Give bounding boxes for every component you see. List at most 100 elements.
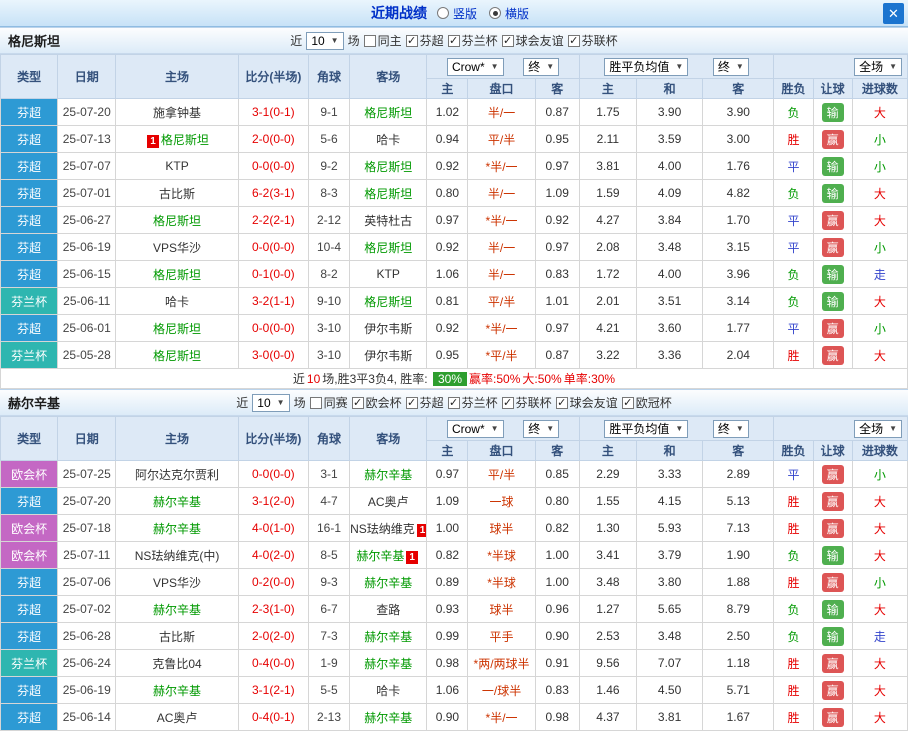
final-odds-select[interactable]: 终 ▼: [523, 57, 560, 76]
radio-vertical[interactable]: [436, 7, 449, 19]
team-link[interactable]: 伊尔韦斯: [364, 322, 412, 336]
team-link[interactable]: 格尼斯坦: [153, 349, 201, 363]
team-link[interactable]: 古比斯: [159, 187, 195, 201]
team-link[interactable]: 赫尔辛基: [364, 711, 412, 725]
team-link[interactable]: KTP: [377, 267, 400, 281]
team-link[interactable]: AC奥卢: [157, 711, 198, 725]
team-link[interactable]: KTP: [165, 159, 188, 173]
filter-checkbox[interactable]: ✓ 欧冠杯: [621, 394, 672, 411]
team-cell: 赫尔辛基: [349, 703, 428, 731]
team-cell: 古比斯: [115, 622, 239, 650]
team-link[interactable]: 赫尔辛基: [153, 522, 201, 536]
match-score: 2-0(2-0): [237, 622, 309, 650]
team-cell: 赫尔辛基: [349, 460, 428, 488]
team-link[interactable]: 伊尔韦斯: [364, 349, 412, 363]
team-name[interactable]: 赫尔辛基: [8, 390, 60, 417]
odds-home: 0.95: [426, 341, 469, 369]
odds-home: 0.89: [426, 568, 469, 596]
handicap-result-cell: 赢: [812, 341, 853, 369]
final-odds-select[interactable]: 终 ▼: [523, 419, 560, 438]
match-date: 25-06-15: [57, 260, 117, 288]
filter-checkbox[interactable]: ✓ 芬联杯: [501, 394, 552, 411]
team-link[interactable]: 克鲁比04: [152, 657, 201, 671]
team-link[interactable]: 赫尔辛基: [153, 495, 201, 509]
corner-count: 7-3: [307, 622, 351, 650]
team-link[interactable]: 赫尔辛基: [364, 630, 412, 644]
goals-result: 小: [851, 460, 908, 488]
team-link[interactable]: 格尼斯坦: [153, 214, 201, 228]
team-link[interactable]: 格尼斯坦: [364, 295, 412, 309]
recent-count-select-value: 10: [257, 395, 271, 410]
filter-checkbox[interactable]: ✓ 芬超: [405, 32, 444, 49]
avg-odds-select[interactable]: 胜平负均值 ▼: [604, 419, 689, 438]
team-link[interactable]: NS珐纳维克: [351, 522, 415, 536]
team-link[interactable]: 赫尔辛基: [364, 468, 412, 482]
fulltime-select[interactable]: 全场 ▼: [854, 419, 902, 438]
team-link[interactable]: 查路: [376, 603, 400, 617]
filter-checkbox[interactable]: ✓ 芬超: [405, 394, 444, 411]
team-link[interactable]: 格尼斯坦: [364, 187, 412, 201]
final-avg-select[interactable]: 终 ▼: [712, 57, 749, 76]
match-type-badge: 欧会杯: [0, 541, 59, 569]
corner-count: 10-4: [307, 233, 351, 261]
handicap-result-badge: 输: [821, 626, 844, 646]
team-link[interactable]: 施拿钟基: [153, 106, 201, 120]
radio-horizontal[interactable]: [489, 7, 501, 19]
match-row: 芬超 25-06-01 格尼斯坦 0-0(0-0) 3-10 伊尔韦斯 0.92 *半/一 0.…: [0, 314, 908, 342]
team-link[interactable]: NS珐纳维克(中): [135, 549, 220, 563]
team-link[interactable]: 格尼斯坦: [364, 241, 412, 255]
odds-group-header: Crow* ▼ 终 ▼: [426, 54, 580, 79]
bookmaker-select[interactable]: Crow* ▼: [446, 419, 504, 438]
final-avg-select[interactable]: 终 ▼: [712, 419, 749, 438]
team-link[interactable]: 英特杜古: [364, 214, 412, 228]
team-link[interactable]: 哈卡: [165, 295, 189, 309]
team-link[interactable]: 格尼斯坦: [364, 160, 412, 174]
column-subheader: 客: [702, 78, 775, 99]
match-date: 25-07-07: [57, 152, 117, 180]
team-link[interactable]: 赫尔辛基: [356, 549, 404, 563]
team-link[interactable]: VPS华沙: [153, 241, 201, 255]
team-cell: NS珐纳维克(中): [115, 541, 239, 569]
filter-checkbox[interactable]: ✓ 欧会杯: [351, 394, 402, 411]
match-date: 25-07-18: [57, 514, 117, 542]
titlebar: 近期战绩 竖版 横版 ✕: [0, 0, 908, 27]
team-link[interactable]: 哈卡: [376, 684, 400, 698]
team-link[interactable]: 格尼斯坦: [161, 133, 209, 147]
odds-handicap: *半/一: [467, 206, 536, 234]
avg-draw: 3.80: [635, 568, 704, 596]
team-link[interactable]: 格尼斯坦: [153, 268, 201, 282]
team-link[interactable]: 赫尔辛基: [153, 684, 201, 698]
filter-checkbox[interactable]: ✓ 芬兰杯: [447, 32, 498, 49]
team-link[interactable]: AC奥卢: [368, 495, 409, 509]
close-button[interactable]: ✕: [883, 3, 904, 24]
recent-count-select[interactable]: 10 ▼: [306, 31, 344, 50]
fulltime-select-value: 全场: [859, 60, 884, 74]
team-link[interactable]: 格尼斯坦: [364, 106, 412, 120]
team-link[interactable]: 赫尔辛基: [364, 657, 412, 671]
team-cell: 1 格尼斯坦: [115, 125, 239, 153]
avg-away: 1.77: [702, 314, 775, 342]
match-score: 6-2(3-1): [237, 179, 309, 207]
fulltime-select[interactable]: 全场 ▼: [854, 57, 902, 76]
filter-checkbox[interactable]: ✓ 芬联杯: [567, 32, 618, 49]
filter-checkbox[interactable]: 同主: [363, 32, 402, 49]
team-name[interactable]: 格尼斯坦: [8, 28, 60, 55]
team-link[interactable]: 古比斯: [159, 630, 195, 644]
team-link[interactable]: 格尼斯坦: [153, 322, 201, 336]
result-text: 平: [773, 152, 814, 180]
team-link[interactable]: 阿尔达克尔贾利: [135, 468, 219, 482]
avg-odds-select[interactable]: 胜平负均值 ▼: [604, 57, 689, 76]
team-link[interactable]: VPS华沙: [153, 576, 201, 590]
filter-checkbox[interactable]: ✓ 球会友谊: [555, 394, 618, 411]
filter-checkbox[interactable]: ✓ 芬兰杯: [447, 394, 498, 411]
bookmaker-select[interactable]: Crow* ▼: [446, 57, 504, 76]
team-link[interactable]: 赫尔辛基: [364, 576, 412, 590]
filter-checkbox[interactable]: ✓ 球会友谊: [501, 32, 564, 49]
team-link[interactable]: 哈卡: [376, 133, 400, 147]
recent-count-select[interactable]: 10 ▼: [252, 393, 290, 412]
handicap-result-cell: 赢: [812, 314, 853, 342]
handicap-result-badge: 赢: [821, 345, 844, 365]
filter-checkbox[interactable]: 同赛: [309, 394, 348, 411]
team-link[interactable]: 赫尔辛基: [153, 603, 201, 617]
result-text: 平: [773, 460, 814, 488]
